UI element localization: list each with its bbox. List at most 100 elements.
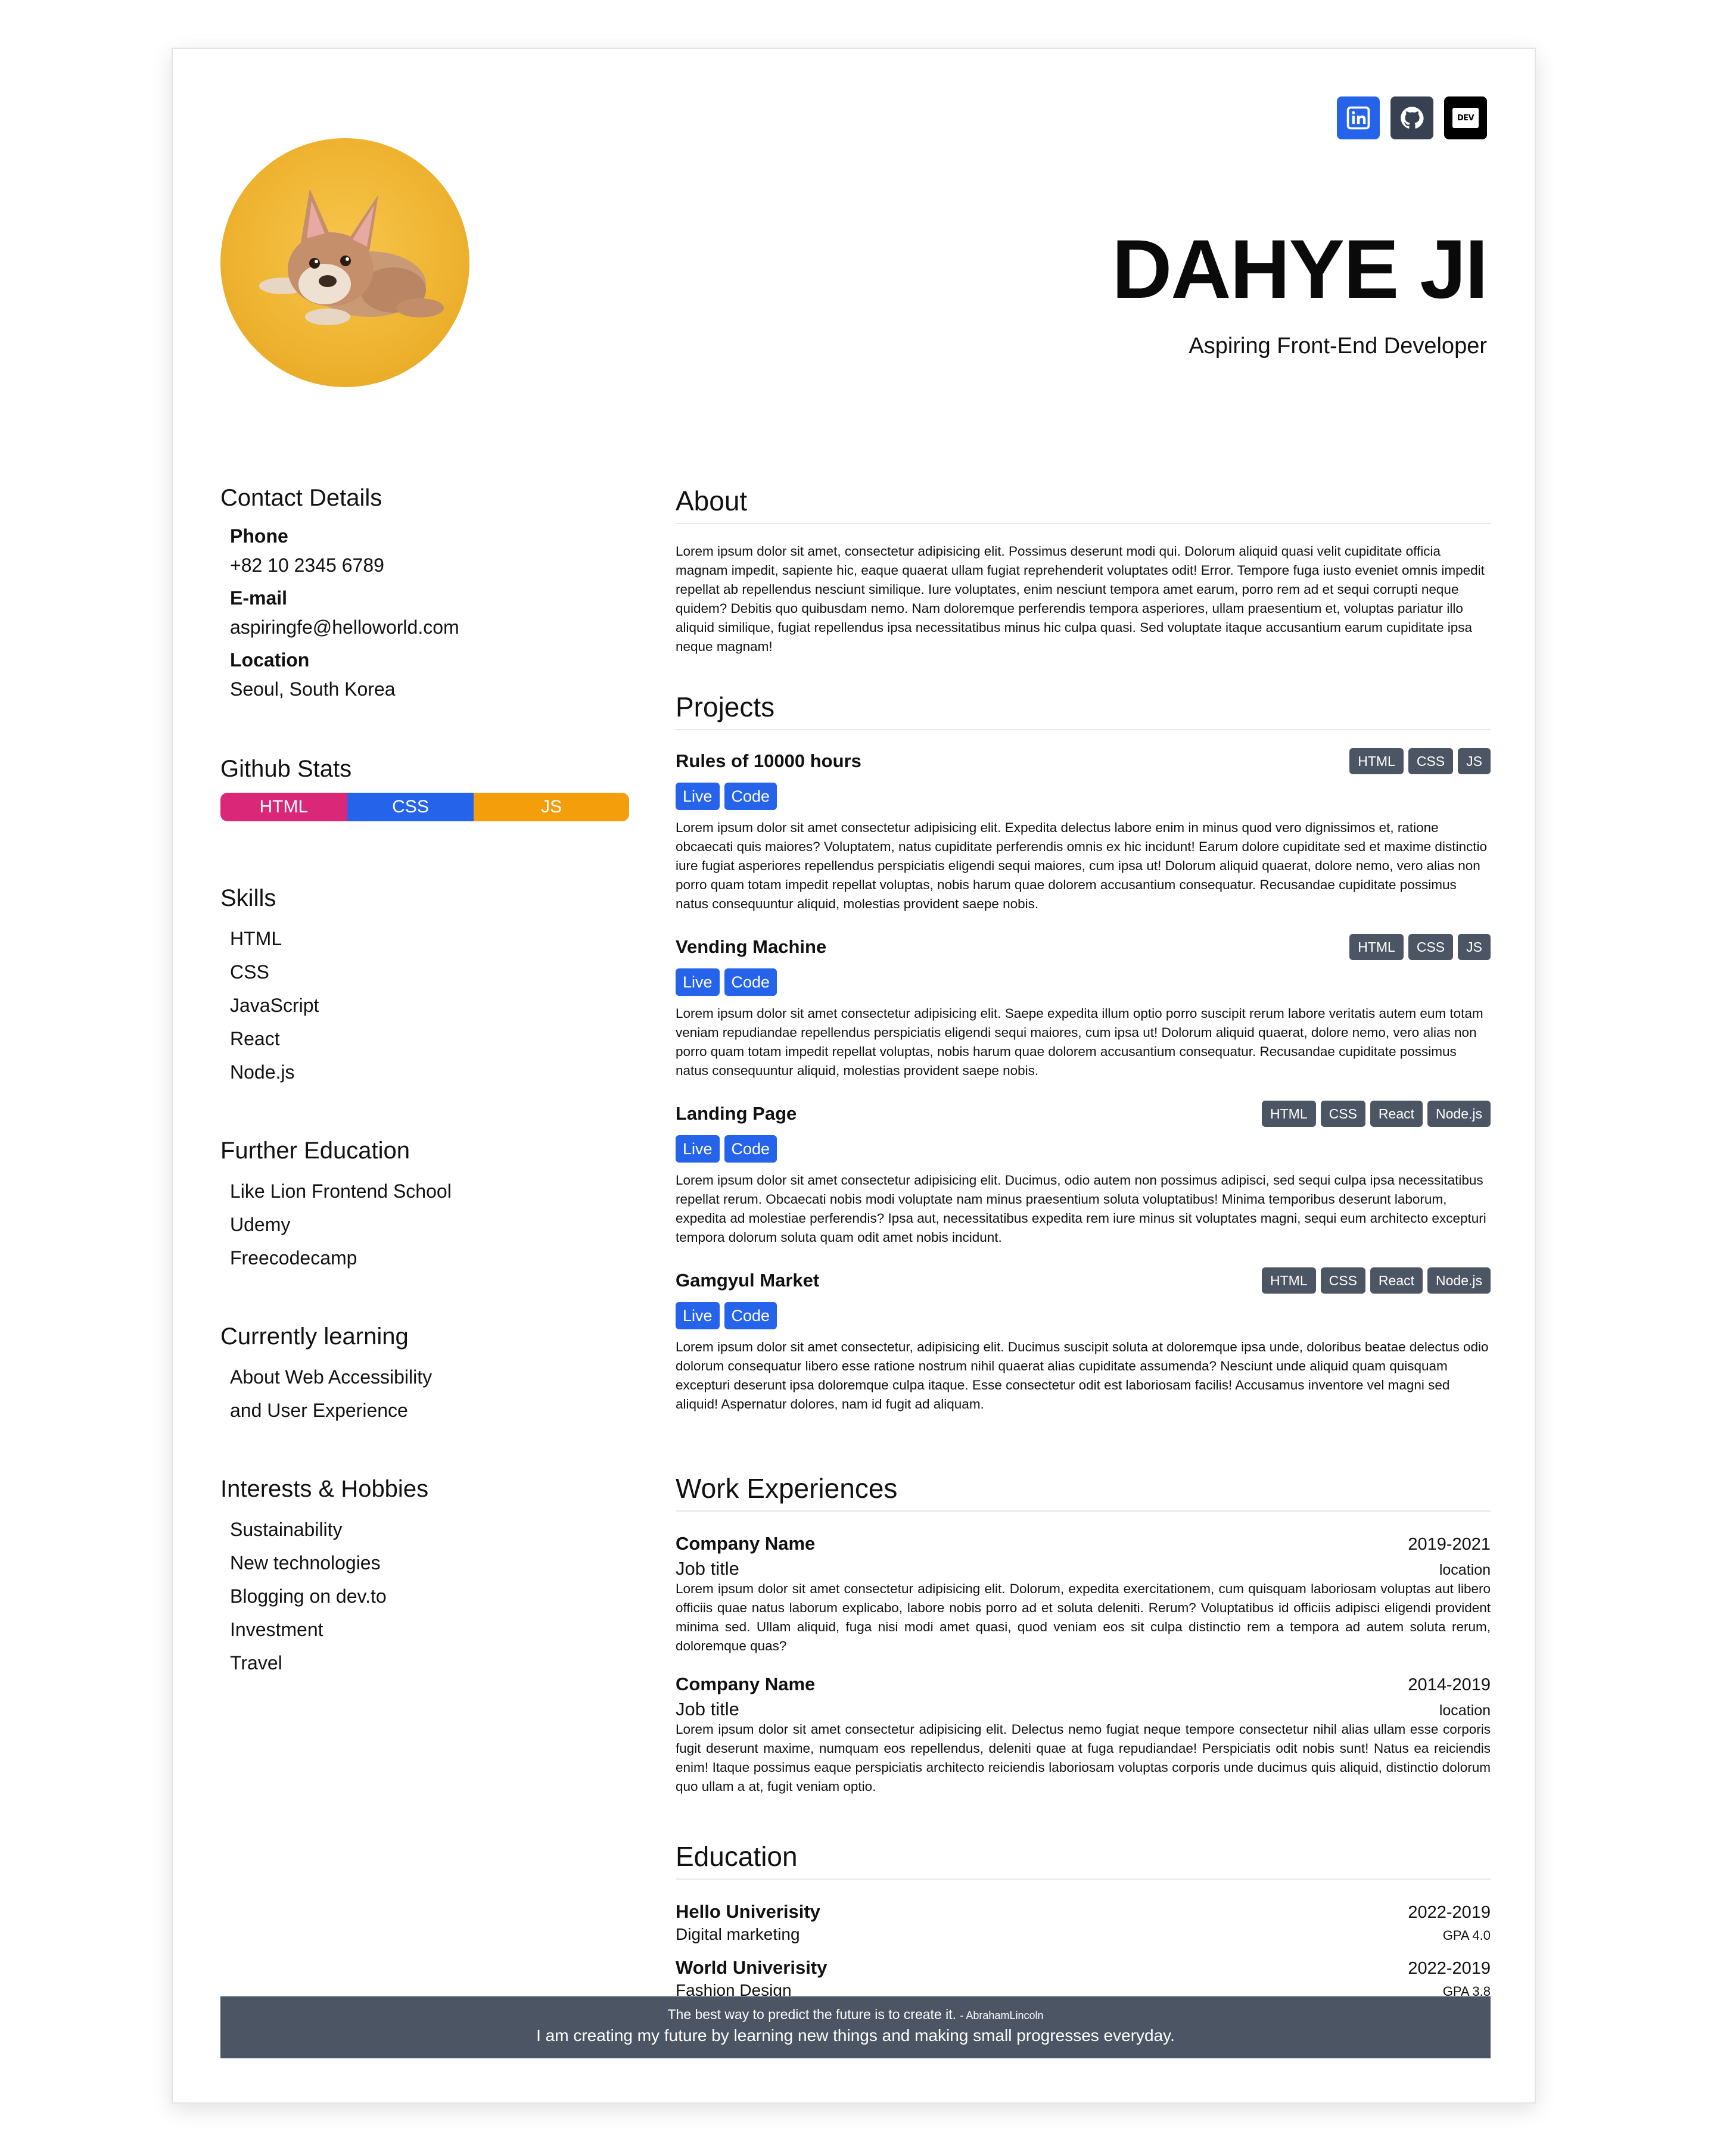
- live-button[interactable]: Live: [676, 1135, 720, 1163]
- stat-segment-js: JS: [474, 793, 629, 821]
- project-item: Rules of 10000 hours HTML CSS JS Live Code Lor…: [676, 748, 1491, 914]
- education-list: Hello Univerisity 2022-2019 Digital market…: [676, 1901, 1491, 2000]
- dev-mark: DEV: [1452, 108, 1479, 128]
- tech-badge: CSS: [1320, 1267, 1365, 1294]
- mission-text: I am creating my future by learning new …: [536, 2026, 1175, 2045]
- list-item: Freecodecamp: [230, 1247, 357, 1269]
- tech-badge: HTML: [1262, 1267, 1316, 1294]
- github-icon[interactable]: [1390, 96, 1433, 139]
- project-links: Live Code: [676, 1302, 1491, 1329]
- project-name: Vending Machine: [676, 936, 827, 957]
- work-item: Company Name 2014-2019 Job title location Lo…: [676, 1674, 1491, 1796]
- education-item: World Univerisity 2022-2019 Fashion Design…: [676, 1957, 1491, 2000]
- work-row: Company Name 2014-2019: [676, 1674, 1491, 1695]
- tech-badge: HTML: [1262, 1101, 1316, 1127]
- project-header: Rules of 10000 hours HTML CSS JS: [676, 748, 1491, 774]
- section-title: Projects: [676, 691, 1491, 730]
- major: Digital marketing: [676, 1925, 800, 1943]
- list-item: About Web Accessibility: [230, 1366, 433, 1388]
- resume-page: DEV DAHYE JI Aspiring Front-End Develope…: [172, 48, 1536, 2104]
- contact-email: E-mail aspiringfe@helloworld.com: [230, 584, 629, 642]
- linkedin-glyph: [1346, 106, 1370, 130]
- project-links: Live Code: [676, 783, 1491, 810]
- tech-badge: CSS: [1320, 1101, 1365, 1127]
- work-description: Lorem ipsum dolor sit amet consectetur a…: [676, 1722, 1491, 1794]
- projects-section: Projects Rules of 10000 hours HTML CSS JS Li…: [676, 691, 1491, 1414]
- list-item: JavaScript: [230, 995, 319, 1016]
- company-name: Company Name: [676, 1533, 816, 1554]
- language-stat-bar: HTML CSS JS: [220, 793, 629, 821]
- list-item: Sustainability: [230, 1519, 343, 1540]
- tech-badge: JS: [1458, 934, 1491, 960]
- footer: The best way to predict the future is to…: [220, 1996, 1491, 2058]
- footer-quote-line: The best way to predict the future is to…: [220, 2005, 1491, 2024]
- work-period: 2014-2019: [1408, 1675, 1491, 1694]
- education-period: 2022-2019: [1408, 1959, 1491, 1978]
- section-title: Further Education: [220, 1138, 410, 1164]
- about-text: Lorem ipsum dolor sit amet, consectetur …: [676, 544, 1485, 654]
- section-title: Work Experiences: [676, 1472, 1491, 1512]
- code-button[interactable]: Code: [724, 783, 777, 810]
- quote-author: - AbrahamLincoln: [960, 2009, 1044, 2021]
- education-section: Education Hello Univerisity 2022-2019 Digi…: [676, 1840, 1491, 2000]
- job-title: Job title: [676, 1558, 739, 1579]
- project-item: Landing Page HTML CSS React Node.js Live Code L…: [676, 1101, 1491, 1247]
- code-button[interactable]: Code: [724, 968, 777, 996]
- tech-badge: CSS: [1408, 934, 1454, 960]
- work-location: location: [1439, 1562, 1491, 1578]
- list-item: New technologies: [230, 1552, 381, 1574]
- section-title: Skills: [220, 885, 276, 911]
- list-item: Udemy: [230, 1214, 291, 1235]
- list-item: Node.js: [230, 1061, 295, 1083]
- work-description: Lorem ipsum dolor sit amet consectetur a…: [676, 1581, 1491, 1653]
- project-name: Gamgyul Market: [676, 1270, 820, 1291]
- work-list: Company Name 2019-2021 Job title location Lo…: [676, 1533, 1491, 1796]
- section-title: Currently learning: [220, 1323, 409, 1350]
- work-row: Job title location: [676, 1558, 1491, 1579]
- project-item: Gamgyul Market HTML CSS React Node.js Live Cod…: [676, 1267, 1491, 1414]
- project-name: Landing Page: [676, 1103, 797, 1124]
- github-glyph: [1401, 107, 1424, 129]
- live-button[interactable]: Live: [676, 1302, 720, 1329]
- dev-icon[interactable]: DEV: [1444, 96, 1487, 139]
- project-header: Vending Machine HTML CSS JS: [676, 934, 1491, 960]
- work-row: Job title location: [676, 1699, 1491, 1720]
- list-item: React: [230, 1028, 280, 1049]
- contact-location: Location Seoul, South Korea: [230, 646, 629, 704]
- project-links: Live Code: [676, 968, 1491, 996]
- skills-list: HTML CSS JavaScript React Node.js: [220, 922, 629, 1089]
- project-header: Gamgyul Market HTML CSS React Node.js: [676, 1267, 1491, 1294]
- list-item: Investment: [230, 1619, 323, 1640]
- currently-learning-section: Currently learning About Web Accessibili…: [220, 1322, 629, 1427]
- tech-badge: React: [1370, 1267, 1423, 1294]
- interests-section: Interests & Hobbies Sustainability New te…: [220, 1475, 629, 1680]
- linkedin-icon[interactable]: [1337, 96, 1380, 139]
- code-button[interactable]: Code: [724, 1302, 777, 1329]
- project-header: Landing Page HTML CSS React Node.js: [676, 1101, 1491, 1127]
- email-value[interactable]: aspiringfe@helloworld.com: [230, 612, 629, 642]
- avatar: [220, 138, 469, 387]
- email-label: E-mail: [230, 587, 288, 609]
- list-item: Travel: [230, 1652, 282, 1674]
- code-button[interactable]: Code: [724, 1135, 777, 1163]
- section-title: About: [676, 485, 1491, 524]
- project-list: Rules of 10000 hours HTML CSS JS Live Code Lor…: [676, 748, 1491, 1414]
- education-item: Hello Univerisity 2022-2019 Digital market…: [676, 1901, 1491, 1944]
- list-item: and User Experience: [230, 1400, 408, 1421]
- list-item: CSS: [230, 961, 269, 983]
- gpa: GPA 4.0: [1442, 1928, 1491, 1943]
- work-location: location: [1439, 1702, 1491, 1719]
- live-button[interactable]: Live: [676, 783, 720, 810]
- project-description: Lorem ipsum dolor sit amet consectetur a…: [676, 820, 1487, 911]
- about-section: About Lorem ipsum dolor sit amet, consec…: [676, 485, 1491, 656]
- tech-badge: HTML: [1349, 748, 1404, 774]
- tech-badge: React: [1370, 1101, 1423, 1127]
- phone-label: Phone: [230, 525, 288, 547]
- project-tags: HTML CSS JS: [1349, 934, 1491, 960]
- phone-value[interactable]: +82 10 2345 6789: [230, 550, 629, 580]
- project-description: Lorem ipsum dolor sit amet consectetur a…: [676, 1173, 1486, 1245]
- live-button[interactable]: Live: [676, 968, 720, 996]
- project-tags: HTML CSS JS: [1349, 748, 1491, 774]
- social-links: DEV: [1337, 96, 1487, 139]
- work-row: Company Name 2019-2021: [676, 1533, 1491, 1554]
